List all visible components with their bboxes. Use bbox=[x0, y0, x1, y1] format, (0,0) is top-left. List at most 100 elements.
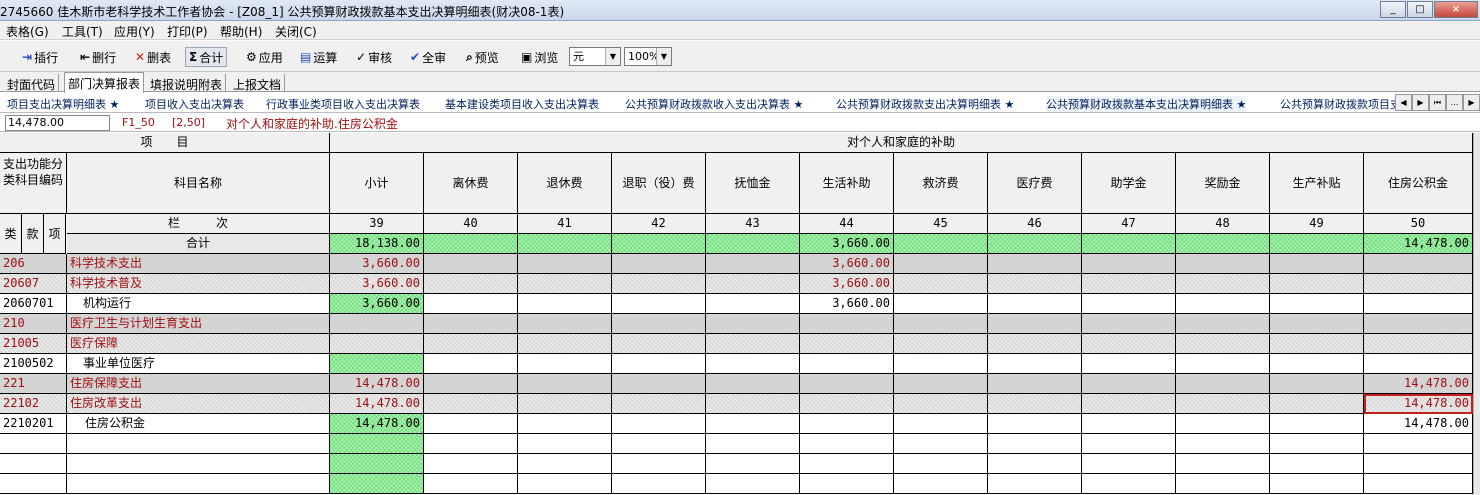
total-cell[interactable]: 14,478.00 bbox=[1364, 234, 1473, 254]
empty-cell[interactable] bbox=[706, 454, 800, 474]
menu-apply[interactable]: 应用(Y) bbox=[114, 23, 155, 40]
tab-department-reports[interactable]: 部门决算报表 bbox=[64, 72, 145, 93]
data-cell[interactable] bbox=[518, 334, 612, 354]
tab-cover-code[interactable]: 封面代码 bbox=[4, 74, 60, 92]
total-cell[interactable] bbox=[1176, 234, 1270, 254]
empty-cell[interactable] bbox=[706, 434, 800, 454]
data-cell[interactable] bbox=[1364, 314, 1473, 334]
tab-sheet[interactable]: 行政事业类项目收入支出决算表 bbox=[266, 96, 420, 112]
empty-cell[interactable] bbox=[1364, 454, 1473, 474]
delete-table-button[interactable]: ✕ 删表 bbox=[135, 47, 171, 67]
maximize-button[interactable]: □ bbox=[1407, 1, 1433, 18]
browse-button[interactable]: ▣ 浏览 bbox=[521, 47, 558, 67]
data-cell[interactable] bbox=[1082, 294, 1176, 314]
tab-sheet-active[interactable]: 公共预算财政拨款基本支出决算明细表 ★ bbox=[1046, 96, 1247, 112]
data-cell[interactable] bbox=[1270, 314, 1364, 334]
empty-cell[interactable] bbox=[330, 474, 424, 494]
empty-cell[interactable] bbox=[1364, 434, 1473, 454]
empty-cell[interactable] bbox=[518, 454, 612, 474]
total-cell[interactable] bbox=[894, 234, 988, 254]
empty-cell[interactable] bbox=[518, 474, 612, 494]
total-cell[interactable]: 3,660.00 bbox=[800, 234, 894, 254]
minimize-button[interactable]: _ bbox=[1380, 1, 1406, 18]
data-cell[interactable] bbox=[800, 334, 894, 354]
data-cell[interactable] bbox=[424, 334, 518, 354]
data-cell[interactable] bbox=[612, 374, 706, 394]
data-cell[interactable] bbox=[1176, 334, 1270, 354]
data-cell[interactable] bbox=[518, 274, 612, 294]
data-cell[interactable]: 14,478.00 bbox=[1364, 414, 1473, 434]
tab-sheet[interactable]: 项目支出决算明细表 ★ bbox=[7, 96, 119, 112]
audit-button[interactable]: ✓ 审核 bbox=[356, 47, 392, 67]
total-cell[interactable]: 18,138.00 bbox=[330, 234, 424, 254]
data-cell[interactable] bbox=[706, 394, 800, 414]
total-cell[interactable] bbox=[424, 234, 518, 254]
tab-sheet[interactable]: 公共预算财政拨款项目支 bbox=[1280, 96, 1404, 112]
last-tab-icon[interactable]: ▶ bbox=[1463, 94, 1480, 111]
empty-cell[interactable] bbox=[1176, 474, 1270, 494]
empty-cell[interactable] bbox=[988, 474, 1082, 494]
data-cell[interactable] bbox=[1082, 314, 1176, 334]
data-cell[interactable] bbox=[612, 294, 706, 314]
data-cell[interactable] bbox=[518, 414, 612, 434]
empty-cell[interactable] bbox=[424, 454, 518, 474]
data-cell[interactable] bbox=[424, 294, 518, 314]
data-cell[interactable] bbox=[894, 334, 988, 354]
data-cell[interactable]: 14,478.00 bbox=[330, 414, 424, 434]
data-cell[interactable] bbox=[612, 414, 706, 434]
data-cell[interactable] bbox=[1176, 274, 1270, 294]
empty-cell[interactable] bbox=[894, 474, 988, 494]
audit-all-button[interactable]: ✔ 全审 bbox=[410, 47, 446, 67]
tab-sheet[interactable]: 公共预算财政拨款收入支出决算表 ★ bbox=[625, 96, 803, 112]
empty-cell[interactable] bbox=[800, 454, 894, 474]
data-cell[interactable] bbox=[1176, 294, 1270, 314]
data-cell[interactable]: 3,660.00 bbox=[800, 294, 894, 314]
total-cell[interactable] bbox=[1082, 234, 1176, 254]
empty-cell[interactable] bbox=[706, 474, 800, 494]
data-cell[interactable] bbox=[424, 254, 518, 274]
empty-cell[interactable] bbox=[612, 454, 706, 474]
insert-row-button[interactable]: ⇥ 插行 bbox=[22, 47, 58, 67]
data-cell[interactable] bbox=[1082, 394, 1176, 414]
data-cell[interactable] bbox=[894, 254, 988, 274]
empty-cell[interactable] bbox=[1364, 474, 1473, 494]
empty-cell[interactable] bbox=[612, 434, 706, 454]
data-cell[interactable] bbox=[988, 334, 1082, 354]
tab-report-documents[interactable]: 上报文档 bbox=[230, 74, 286, 92]
data-cell[interactable] bbox=[330, 354, 424, 374]
zoom-select[interactable]: 100% ▼ bbox=[624, 47, 672, 66]
data-cell[interactable] bbox=[706, 314, 800, 334]
data-cell[interactable] bbox=[518, 394, 612, 414]
apply-button[interactable]: ⚙ 应用 bbox=[246, 47, 283, 67]
data-cell[interactable] bbox=[424, 414, 518, 434]
data-cell[interactable] bbox=[800, 314, 894, 334]
data-cell[interactable] bbox=[1270, 254, 1364, 274]
data-cell[interactable] bbox=[1270, 414, 1364, 434]
data-cell[interactable] bbox=[612, 334, 706, 354]
empty-cell[interactable] bbox=[424, 474, 518, 494]
data-cell[interactable] bbox=[988, 374, 1082, 394]
data-cell[interactable] bbox=[330, 314, 424, 334]
total-cell[interactable] bbox=[706, 234, 800, 254]
chevron-left-icon[interactable]: ◀ bbox=[1395, 94, 1412, 111]
data-cell[interactable] bbox=[988, 314, 1082, 334]
data-cell[interactable] bbox=[894, 354, 988, 374]
data-cell[interactable] bbox=[706, 374, 800, 394]
data-cell[interactable] bbox=[988, 414, 1082, 434]
data-cell[interactable] bbox=[1270, 274, 1364, 294]
empty-cell[interactable] bbox=[518, 434, 612, 454]
tab-sheet[interactable]: 项目收入支出决算表 bbox=[145, 96, 244, 112]
chevron-right-icon[interactable]: ▶ bbox=[1412, 94, 1429, 111]
data-cell[interactable] bbox=[1082, 354, 1176, 374]
data-cell[interactable] bbox=[1364, 254, 1473, 274]
data-cell[interactable]: 3,660.00 bbox=[330, 274, 424, 294]
preview-button[interactable]: ⌕ 预览 bbox=[466, 47, 499, 67]
data-cell[interactable] bbox=[612, 254, 706, 274]
data-cell[interactable] bbox=[988, 354, 1082, 374]
data-cell[interactable] bbox=[894, 374, 988, 394]
data-cell[interactable] bbox=[612, 314, 706, 334]
empty-cell[interactable] bbox=[800, 474, 894, 494]
menu-table[interactable]: 表格(G) bbox=[6, 23, 49, 40]
empty-cell[interactable] bbox=[1082, 434, 1176, 454]
data-cell[interactable]: 3,660.00 bbox=[330, 294, 424, 314]
